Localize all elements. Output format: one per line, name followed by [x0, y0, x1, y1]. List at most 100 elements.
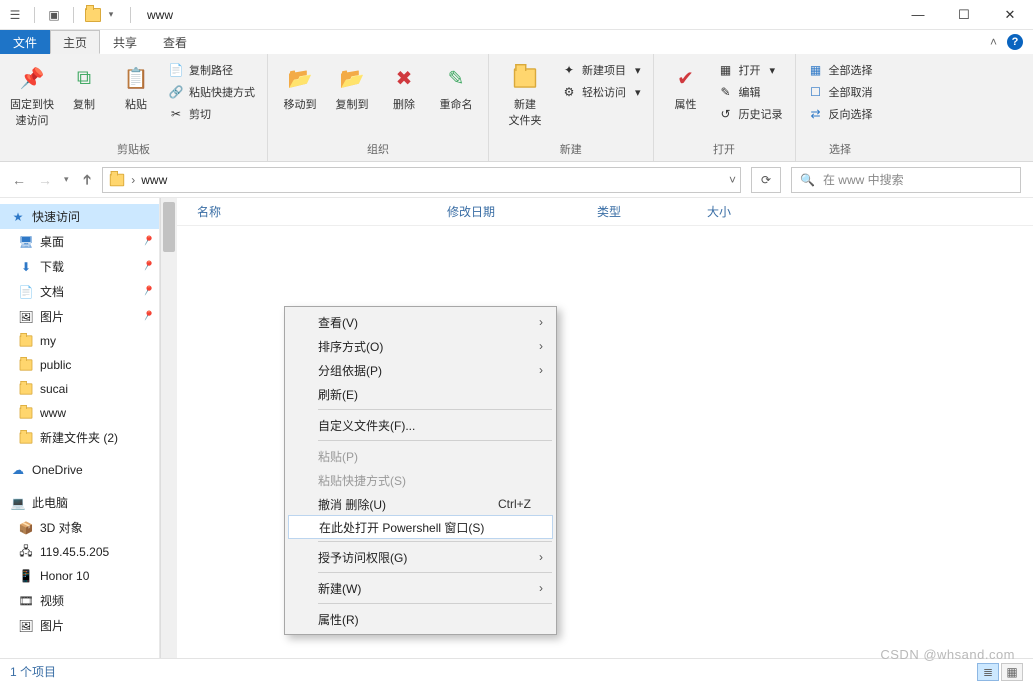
nav-documents[interactable]: 📄文档📍: [0, 279, 159, 304]
ctx-sort[interactable]: 排序方式(O)›: [288, 334, 553, 358]
nav-recent-button[interactable]: ▾: [64, 174, 69, 185]
nav-3d-objects[interactable]: 📦3D 对象: [0, 515, 159, 540]
tab-share[interactable]: 共享: [100, 30, 150, 54]
refresh-button[interactable]: ⟳: [751, 167, 781, 193]
tab-view[interactable]: 查看: [150, 30, 200, 54]
new-item-button[interactable]: ✦新建项目▾: [557, 60, 645, 80]
nav-this-pc[interactable]: 💻此电脑: [0, 490, 159, 515]
view-icons-button[interactable]: ▦: [1001, 663, 1023, 681]
delete-button[interactable]: ✖删除: [380, 58, 428, 116]
video-icon: 🎞: [18, 593, 34, 609]
tab-home[interactable]: 主页: [50, 30, 100, 54]
scroll-thumb[interactable]: [163, 202, 175, 252]
paste-button[interactable]: 📋 粘贴: [112, 58, 160, 116]
star-icon: ★: [10, 209, 26, 225]
nav-my[interactable]: my: [0, 329, 159, 353]
nav-www[interactable]: www: [0, 401, 159, 425]
copy-to-button[interactable]: 📂复制到: [328, 58, 376, 116]
nav-onedrive[interactable]: ☁OneDrive: [0, 458, 159, 482]
select-none-icon: ☐: [808, 84, 824, 100]
folder-icon: [18, 430, 34, 446]
col-name[interactable]: 名称: [197, 203, 447, 220]
address-dropdown-icon[interactable]: ˅: [729, 173, 736, 187]
group-label-clipboard: 剪贴板: [8, 139, 259, 161]
nav-scrollbar[interactable]: [160, 198, 177, 658]
paste-shortcut-button[interactable]: 🔗粘贴快捷方式: [164, 82, 259, 102]
chevron-right-icon[interactable]: ›: [131, 173, 135, 187]
pin-quick-access-button[interactable]: 📌 固定到快 速访问: [8, 58, 56, 132]
nav-public[interactable]: public: [0, 353, 159, 377]
nav-videos[interactable]: 🎞视频: [0, 588, 159, 613]
scissors-icon: ✂: [168, 106, 184, 122]
nav-ip[interactable]: 🖧119.45.5.205: [0, 540, 159, 564]
nav-pictures-pc[interactable]: 🖼图片: [0, 613, 159, 638]
ribbon-collapse-icon[interactable]: ˄: [990, 35, 997, 49]
nav-sucai[interactable]: sucai: [0, 377, 159, 401]
chevron-right-icon: ›: [539, 363, 543, 377]
copyto-icon: 📂: [336, 62, 368, 94]
ctx-refresh[interactable]: 刷新(E): [288, 382, 553, 406]
ctx-undo-delete[interactable]: 撤消 删除(U)Ctrl+Z: [288, 492, 553, 516]
history-icon: ↺: [718, 106, 734, 122]
rename-icon: ✎: [440, 62, 472, 94]
edit-button[interactable]: ✎编辑: [714, 82, 787, 102]
cut-button[interactable]: ✂剪切: [164, 104, 259, 124]
nav-desktop[interactable]: 🖥桌面📍: [0, 229, 159, 254]
address-bar[interactable]: › www ˅: [102, 167, 741, 193]
ctx-view[interactable]: 查看(V)›: [288, 310, 553, 334]
close-button[interactable]: ✕: [987, 0, 1033, 30]
invert-selection-button[interactable]: ⇄反向选择: [804, 104, 877, 124]
phone-icon: 📱: [18, 568, 34, 584]
qat-dropdown-icon[interactable]: ▾: [102, 6, 120, 24]
nav-pictures[interactable]: 🖼图片📍: [0, 304, 159, 329]
computer-icon: 💻: [10, 495, 26, 511]
copy-button[interactable]: ⧉ 复制: [60, 58, 108, 116]
nav-up-button[interactable]: ➔: [78, 174, 95, 186]
window-controls: — ☐ ✕: [895, 0, 1033, 30]
system-menu-icon[interactable]: ☰: [6, 6, 24, 24]
history-button[interactable]: ↺历史记录: [714, 104, 787, 124]
nav-back-button[interactable]: ←: [12, 172, 26, 188]
col-type[interactable]: 类型: [597, 203, 707, 220]
nav-newfolder2[interactable]: 新建文件夹 (2): [0, 425, 159, 450]
col-size[interactable]: 大小: [707, 203, 787, 220]
maximize-button[interactable]: ☐: [941, 0, 987, 30]
nav-downloads[interactable]: ⬇下载📍: [0, 254, 159, 279]
tab-file[interactable]: 文件: [0, 30, 50, 54]
open-button[interactable]: ▦打开▾: [714, 60, 787, 80]
nav-honor10[interactable]: 📱Honor 10: [0, 564, 159, 588]
ctx-new[interactable]: 新建(W)›: [288, 576, 553, 600]
ctx-open-powershell[interactable]: 在此处打开 Powershell 窗口(S): [288, 515, 553, 539]
ctx-group[interactable]: 分组依据(P)›: [288, 358, 553, 382]
select-none-button[interactable]: ☐全部取消: [804, 82, 877, 102]
title-bar: ☰ ▣ ▾ www — ☐ ✕: [0, 0, 1033, 30]
picture-icon: 🖼: [18, 309, 34, 325]
easy-access-button[interactable]: ⚙轻松访问▾: [557, 82, 645, 102]
properties-button[interactable]: ✔属性: [662, 58, 710, 116]
navigation-pane[interactable]: ★快速访问 🖥桌面📍 ⬇下载📍 📄文档📍 🖼图片📍 my public suca…: [0, 198, 160, 658]
chevron-right-icon: ›: [539, 581, 543, 595]
ctx-properties[interactable]: 属性(R): [288, 607, 553, 631]
pin-icon: 📍: [139, 309, 155, 325]
status-bar: 1 个项目 ≣ ▦: [0, 658, 1033, 684]
new-folder-button[interactable]: 新建 文件夹: [497, 58, 553, 132]
view-details-button[interactable]: ≣: [977, 663, 999, 681]
col-modified[interactable]: 修改日期: [447, 203, 597, 220]
ctx-customize[interactable]: 自定义文件夹(F)...: [288, 413, 553, 437]
help-icon[interactable]: ?: [1007, 34, 1023, 50]
properties-icon[interactable]: ▣: [45, 6, 63, 24]
watermark: CSDN @whsand.com: [880, 647, 1015, 662]
context-menu: 查看(V)› 排序方式(O)› 分组依据(P)› 刷新(E) 自定义文件夹(F)…: [284, 306, 557, 635]
select-all-button[interactable]: ▦全部选择: [804, 60, 877, 80]
nav-quick-access[interactable]: ★快速访问: [0, 204, 159, 229]
copy-path-button[interactable]: 📄复制路径: [164, 60, 259, 80]
nav-forward-button[interactable]: →: [38, 172, 52, 188]
moveto-icon: 📂: [284, 62, 316, 94]
move-to-button[interactable]: 📂移动到: [276, 58, 324, 116]
address-path[interactable]: www: [141, 173, 167, 187]
search-box[interactable]: 🔍 在 www 中搜索: [791, 167, 1021, 193]
folder-icon: [18, 381, 34, 397]
ctx-give-access[interactable]: 授予访问权限(G)›: [288, 545, 553, 569]
rename-button[interactable]: ✎重命名: [432, 58, 480, 116]
minimize-button[interactable]: —: [895, 0, 941, 30]
